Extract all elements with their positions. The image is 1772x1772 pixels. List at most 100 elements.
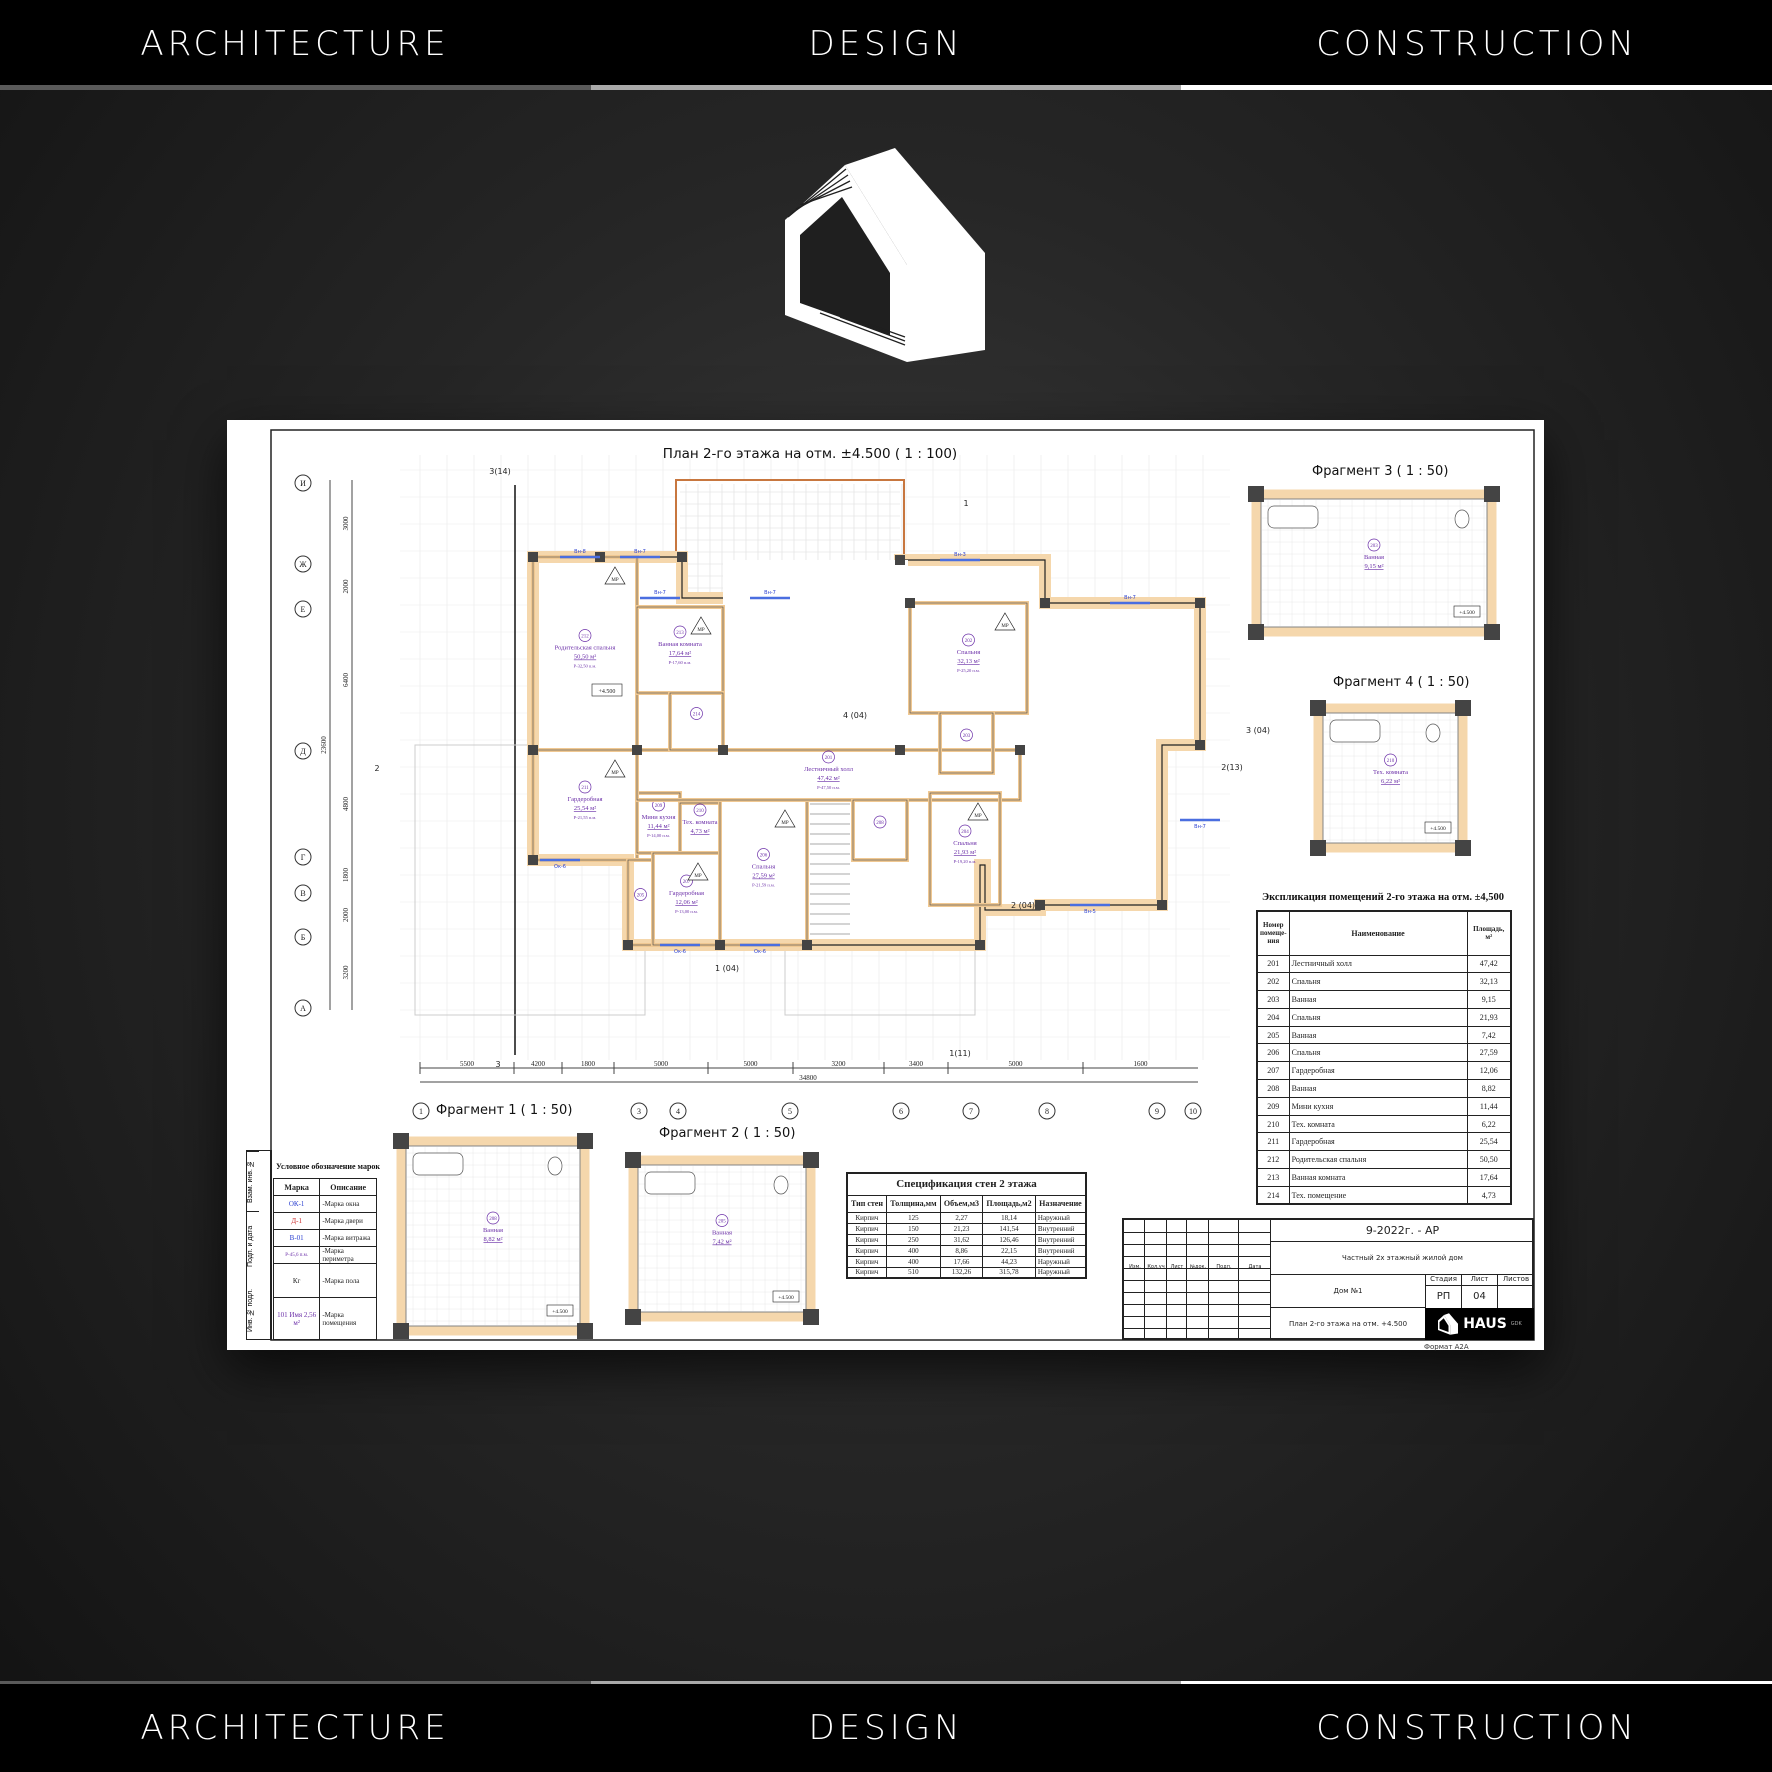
dimension-total: 34800 [799, 1074, 817, 1082]
room-name: Гардеробная [1288, 1132, 1468, 1152]
room-area: 7,42 [1466, 1025, 1512, 1045]
column [528, 552, 538, 562]
window-mark: Ок-6 [554, 864, 566, 870]
column [975, 940, 985, 950]
window-mark: Ок-6 [754, 949, 766, 955]
room-number: 206 [1256, 1043, 1290, 1063]
revision-col-header: №док. [1189, 1264, 1207, 1270]
room-number: 212 [581, 635, 589, 640]
section-label: 1(11) [949, 1049, 971, 1058]
axis-number: 7 [969, 1107, 973, 1116]
room-area: 47,42 [1466, 954, 1512, 974]
explication-table: Номер помеще-ния Наименование Площадь, м… [1256, 910, 1512, 1206]
explication-title: Экспликация помещений 2-го этажа на отм.… [1262, 892, 1504, 903]
room-name: Гардеробная [568, 796, 603, 803]
room-name: Мини кухня [642, 814, 676, 821]
format-label: Формат А2А [1424, 1343, 1469, 1351]
window-mark: Вн-8 [574, 549, 586, 555]
stage-cells: Стадия Лист Листов РП 04 [1425, 1275, 1534, 1308]
revision-col-header: Изм. [1129, 1264, 1141, 1270]
window-mark: Вн-5 [1084, 909, 1096, 915]
dimension-total: 23600 [320, 736, 328, 754]
legend-desc: -Марка витража [319, 1229, 377, 1247]
legend-row: Д-1 -Марка двери [272, 1212, 377, 1230]
room-area: 17,64 м² [669, 650, 691, 657]
room-area: 12,06 м² [675, 899, 697, 906]
room-name: Родительская спальня [555, 645, 616, 652]
explication-row: 211 Гардеробная 25,54 [1256, 1132, 1512, 1152]
walls-spec-cell: 150 [885, 1222, 941, 1235]
fragment-3-title: Фрагмент 3 ( 1 : 50) [1312, 464, 1449, 479]
section-label: 3 (04) [1246, 726, 1270, 735]
walls-spec-cell: Кирпич [846, 1244, 887, 1257]
window-mark: Вн-7 [654, 590, 666, 596]
dimension-value: 2000 [342, 579, 350, 594]
stage-header: Стадия [1426, 1275, 1462, 1286]
room-area: 7,42 м² [712, 1239, 731, 1246]
walls-spec-cell: 126,46 [982, 1233, 1036, 1246]
col-purpose: Назначение [1034, 1194, 1087, 1213]
section-label: 3 [495, 1060, 500, 1069]
dimension-value: 5000 [744, 1060, 759, 1068]
explication-row: 206 Спальня 27,59 [1256, 1043, 1512, 1063]
explication-row: 212 Родительская спальня 50,50 [1256, 1150, 1512, 1170]
room-name: Тех. комната [1288, 1114, 1468, 1134]
room-name: Родительская спальня [1288, 1150, 1468, 1170]
room-number: 203 [963, 734, 971, 739]
dimension-value: 1800 [342, 868, 350, 883]
column [577, 1133, 593, 1149]
room-number: 209 [655, 804, 663, 809]
legend-desc: -Марка окна [319, 1195, 377, 1213]
walls-spec-row: Кирпич 400 8,86 22,15 Внутренний [846, 1244, 1087, 1257]
room-number: 203 [1256, 990, 1290, 1009]
room-number: 202 [1256, 972, 1290, 992]
open-void [723, 560, 908, 750]
room-number: 201 [825, 756, 833, 761]
walls-spec-cell: Кирпич [846, 1255, 887, 1268]
legend-row: В-01 -Марка витража [272, 1229, 377, 1247]
room-number: 208 [489, 1217, 497, 1222]
room-area: 50,50 [1466, 1150, 1512, 1170]
axis-number: 1 [419, 1107, 423, 1116]
level-mark: +4.500 [599, 689, 616, 695]
room-area: 6,22 м² [1381, 778, 1400, 785]
axis-letter: В [300, 889, 305, 898]
grid-line [1124, 1316, 1270, 1317]
dimension-value: 4800 [342, 797, 350, 812]
room-area: 27,59 [1466, 1043, 1512, 1063]
walls-spec-cell: Кирпич [846, 1233, 887, 1246]
room-area: 4,73 [1466, 1185, 1512, 1205]
explication-row: 204 Спальня 21,93 [1256, 1007, 1512, 1027]
window-mark: Ок-6 [674, 949, 686, 955]
room-area: 32,13 м² [957, 658, 979, 665]
room-name: Лестничный холл [804, 766, 854, 773]
window-mark: Вн-7 [634, 549, 646, 555]
legend-col-desc: Описание [319, 1178, 377, 1196]
walls-spec-row: Кирпич 250 31,62 126,46 Внутренний [846, 1233, 1087, 1246]
stamp-col-1: Подп. и дата [247, 1211, 259, 1281]
revision-col-header: Дата [1248, 1264, 1262, 1270]
column [1248, 486, 1264, 502]
room-number: 207 [1256, 1061, 1290, 1081]
legend-mark: Кг [272, 1263, 321, 1298]
floor-mark: МР [694, 874, 701, 879]
grid-line [1124, 1328, 1270, 1329]
section-label: 2(13) [1221, 763, 1243, 772]
walls-spec-cell: Наружный [1034, 1266, 1087, 1279]
room-name: Ванная [1288, 1025, 1468, 1045]
column [1484, 624, 1500, 640]
room-name: Ванная [483, 1227, 503, 1234]
brand-logo: HAUS GDK [1425, 1308, 1534, 1340]
room-number: 205 [718, 1220, 726, 1225]
room-area: 6,22 [1466, 1114, 1512, 1134]
explication-row: 203 Ванная 9,15 [1256, 990, 1512, 1009]
dimension-value: 2000 [342, 908, 350, 923]
walls-spec-cell: Кирпич [846, 1211, 887, 1224]
room-number: 212 [1256, 1150, 1290, 1170]
walls-spec-table: Спецификация стен 2 этажа Тип стен Толщин… [846, 1172, 1087, 1279]
col-surface: Площадь,м2 [982, 1194, 1036, 1213]
plan-title: План 2-го этажа на отм. ±4.500 ( 1 : 100… [662, 446, 958, 462]
walls-spec-cell: 132,26 [939, 1266, 984, 1279]
axis-letter: Б [301, 933, 306, 942]
floor-mark: МР [611, 771, 618, 776]
